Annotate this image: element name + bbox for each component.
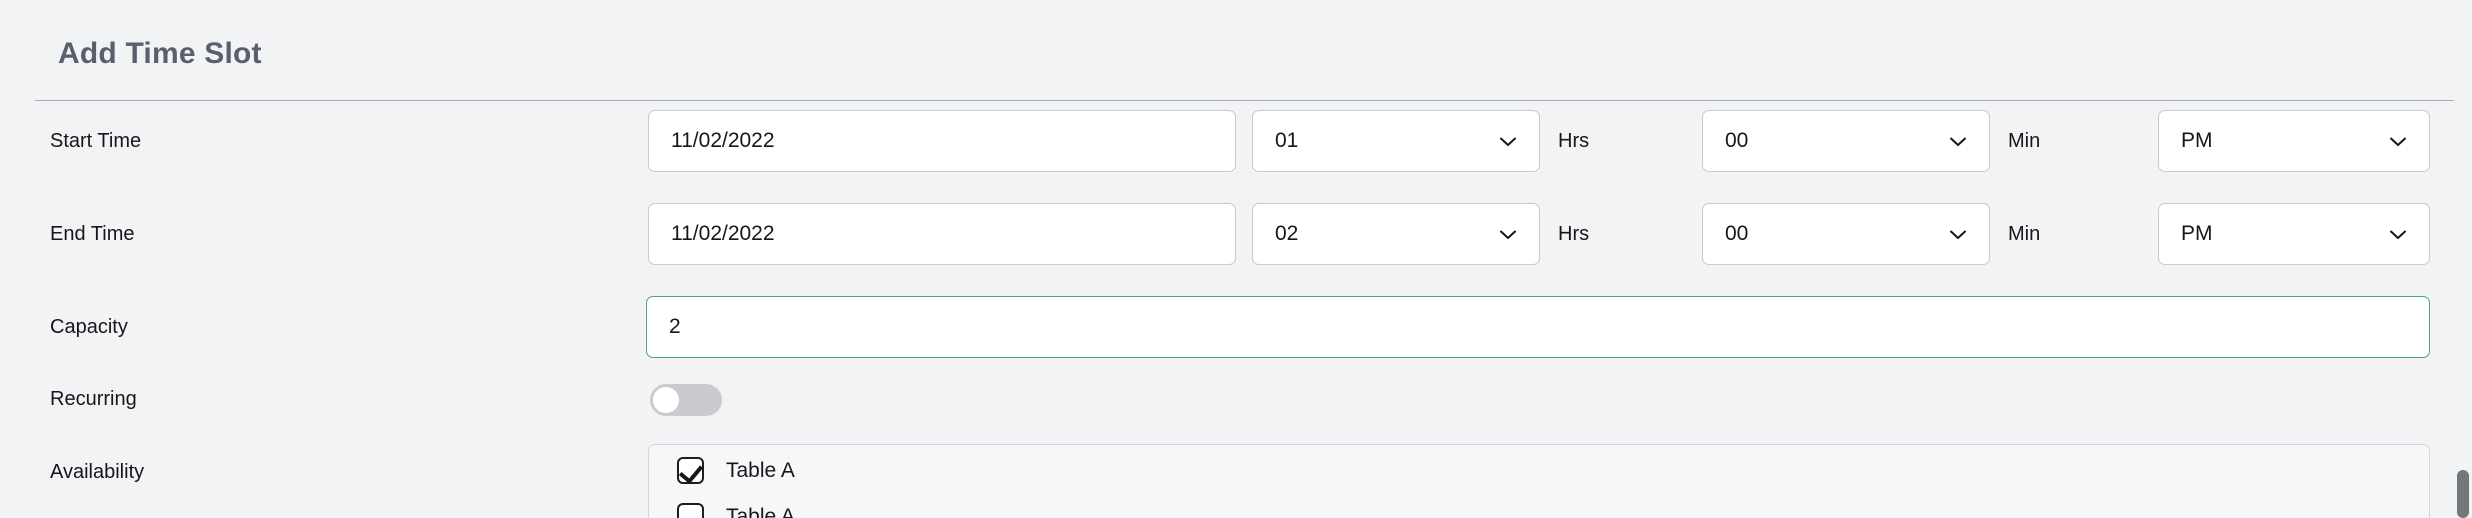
end-time-minute-value: 00: [1725, 222, 1749, 245]
end-time-meridiem-value: PM: [2181, 222, 2213, 245]
recurring-label: Recurring: [50, 387, 137, 410]
form-row-end-time: End Time 11/02/2022 02 Hrs 00 Min PM: [0, 203, 2472, 296]
start-time-hour-unit: Hrs: [1558, 129, 1590, 152]
page-title: Add Time Slot: [58, 37, 262, 70]
start-time-hour-value: 01: [1275, 129, 1299, 152]
start-time-hour-select[interactable]: 01: [1252, 110, 1540, 172]
start-time-meridiem-value: PM: [2181, 129, 2213, 152]
availability-label: Availability: [50, 460, 145, 483]
capacity-label: Capacity: [50, 315, 128, 338]
chevron-down-icon: [1495, 221, 1521, 247]
start-time-date-input[interactable]: 11/02/2022: [648, 110, 1236, 172]
add-time-slot-form: Start Time 11/02/2022 01 Hrs 00 Min PM E…: [0, 110, 2472, 518]
start-time-minute-value: 00: [1725, 129, 1749, 152]
form-row-availability: Availability Table A Table A: [0, 444, 2472, 518]
end-time-meridiem-select[interactable]: PM: [2158, 203, 2430, 265]
end-time-label: End Time: [50, 222, 135, 245]
capacity-value: 2: [669, 315, 681, 338]
form-row-capacity: Capacity 2: [0, 296, 2472, 374]
chevron-down-icon: [1495, 128, 1521, 154]
start-time-meridiem-select[interactable]: PM: [2158, 110, 2430, 172]
end-time-minute-unit: Min: [2008, 222, 2041, 245]
chevron-down-icon: [2385, 221, 2411, 247]
end-time-hour-value: 02: [1275, 222, 1299, 245]
end-time-hour-unit: Hrs: [1558, 222, 1590, 245]
chevron-down-icon: [2385, 128, 2411, 154]
start-time-minute-unit: Min: [2008, 129, 2041, 152]
list-item[interactable]: Table A: [677, 457, 795, 484]
recurring-toggle-knob: [653, 387, 679, 413]
scrollbar[interactable]: [2454, 0, 2472, 518]
form-row-recurring: Recurring: [0, 374, 2472, 444]
chevron-down-icon: [1945, 128, 1971, 154]
end-time-hour-select[interactable]: 02: [1252, 203, 1540, 265]
end-time-date-input[interactable]: 11/02/2022: [648, 203, 1236, 265]
end-time-date-value: 11/02/2022: [671, 222, 775, 245]
availability-list: Table A Table A: [648, 444, 2430, 518]
form-row-start-time: Start Time 11/02/2022 01 Hrs 00 Min PM: [0, 110, 2472, 203]
list-item-label: Table A: [726, 504, 795, 518]
header-divider: [35, 100, 2472, 101]
list-item[interactable]: Table A: [677, 503, 795, 518]
recurring-toggle[interactable]: [650, 384, 722, 416]
checkbox-checked-icon[interactable]: [677, 457, 704, 484]
end-time-minute-select[interactable]: 00: [1702, 203, 1990, 265]
list-item-label: Table A: [726, 458, 795, 482]
chevron-down-icon: [1945, 221, 1971, 247]
capacity-input[interactable]: 2: [646, 296, 2430, 358]
checkbox-icon[interactable]: [677, 503, 704, 518]
start-time-date-value: 11/02/2022: [671, 129, 775, 152]
start-time-label: Start Time: [50, 129, 142, 152]
start-time-minute-select[interactable]: 00: [1702, 110, 1990, 172]
scrollbar-thumb[interactable]: [2457, 470, 2469, 518]
